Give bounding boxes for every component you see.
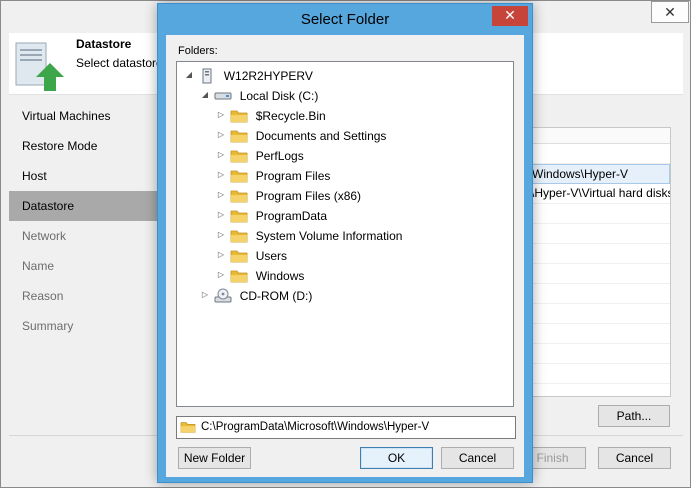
selected-path-text: C:\ProgramData\Microsoft\Windows\Hyper-V: [201, 421, 430, 433]
datastore-upload-icon: [15, 42, 64, 91]
tree-node-label: PerfLogs: [255, 148, 304, 163]
collapsed-arrow-icon[interactable]: ▷: [199, 285, 211, 305]
folder-icon: [230, 210, 248, 223]
tree-node-folder[interactable]: ▷ Program Files (x86): [215, 185, 361, 205]
table-row[interactable]: [527, 304, 670, 324]
table-row[interactable]: [527, 284, 670, 304]
table-row[interactable]: [527, 244, 670, 264]
tree-node-label: Local Disk (C:): [239, 88, 319, 103]
tree-node-label: CD-ROM (D:): [239, 288, 313, 303]
folder-icon: [230, 190, 248, 203]
tree-node-folder[interactable]: ▷ ProgramData: [215, 205, 327, 225]
tree-node-local-disk[interactable]: ◢ Local Disk (C:): [199, 85, 318, 105]
collapsed-arrow-icon[interactable]: ▷: [215, 165, 227, 185]
tree-node-folder[interactable]: ▷ Program Files: [215, 165, 330, 185]
table-row[interactable]: [527, 344, 670, 364]
dialog-title: Select Folder: [300, 11, 390, 28]
tree-node-label: $Recycle.Bin: [255, 108, 326, 123]
table-row[interactable]: [527, 204, 670, 224]
select-folder-dialog: Select Folder ✕ Folders: ◢ W12R2HYPERV ◢: [157, 3, 533, 483]
table-row[interactable]: [527, 264, 670, 284]
cancel-button[interactable]: Cancel: [441, 447, 514, 469]
folder-icon: [230, 250, 248, 263]
dialog-close-button[interactable]: ✕: [492, 6, 528, 26]
folder-icon: [230, 130, 248, 143]
step-summary: Summary: [22, 319, 74, 333]
collapsed-arrow-icon[interactable]: ▷: [215, 145, 227, 165]
folders-label: Folders:: [178, 45, 218, 57]
tree-node-folder[interactable]: ▷ System Volume Information: [215, 225, 403, 245]
close-icon: ✕: [664, 4, 676, 20]
expanded-arrow-icon[interactable]: ◢: [199, 85, 211, 105]
step-datastore[interactable]: Datastore: [9, 191, 159, 221]
wizard-cancel-button[interactable]: Cancel: [598, 447, 671, 469]
tree-node-label: ProgramData: [255, 208, 328, 223]
tree-node-folder[interactable]: ▷ Documents and Settings: [215, 125, 387, 145]
table-row[interactable]: [527, 324, 670, 344]
table-row[interactable]: Windows\Hyper-V: [527, 164, 670, 184]
folder-icon: [230, 150, 248, 163]
computer-icon: [202, 68, 212, 84]
folder-icon: [230, 270, 248, 283]
collapsed-arrow-icon[interactable]: ▷: [215, 105, 227, 125]
tree-node-label: System Volume Information: [255, 228, 403, 243]
tree-node-cdrom[interactable]: ▷ CD-ROM (D:): [199, 285, 312, 305]
tree-node-folder[interactable]: ▷ $Recycle.Bin: [215, 105, 326, 125]
step-host[interactable]: Host: [9, 161, 159, 191]
ok-button[interactable]: OK: [360, 447, 433, 469]
collapsed-arrow-icon[interactable]: ▷: [215, 265, 227, 285]
tree-node-label: Documents and Settings: [255, 128, 387, 143]
folder-tree[interactable]: ◢ W12R2HYPERV ◢ Local Disk (C:) ▷ $Recyc…: [176, 61, 514, 407]
collapsed-arrow-icon[interactable]: ▷: [215, 125, 227, 145]
tree-node-folder[interactable]: ▷ PerfLogs: [215, 145, 304, 165]
close-icon: ✕: [504, 7, 516, 23]
wizard-step-subtitle: Select datastores: [76, 56, 169, 70]
step-reason: Reason: [22, 289, 64, 303]
tree-node-label: Users: [255, 248, 288, 263]
tree-node-computer[interactable]: ◢ W12R2HYPERV: [183, 65, 313, 85]
folder-icon: [230, 170, 248, 183]
tree-node-label: Program Files (x86): [255, 188, 362, 203]
dialog-body: Folders: ◢ W12R2HYPERV ◢ Local Disk (C:): [166, 35, 524, 477]
selected-path-field[interactable]: C:\ProgramData\Microsoft\Windows\Hyper-V: [176, 416, 516, 439]
collapsed-arrow-icon[interactable]: ▷: [215, 245, 227, 265]
new-folder-button[interactable]: New Folder: [178, 447, 251, 469]
step-virtual-machines[interactable]: Virtual Machines: [9, 101, 159, 131]
folder-icon: [230, 110, 248, 123]
tree-node-label: W12R2HYPERV: [223, 68, 313, 83]
table-header: [527, 128, 670, 144]
step-network: Network: [22, 229, 67, 243]
step-name: Name: [22, 259, 55, 273]
cdrom-icon: [214, 288, 232, 303]
table-row[interactable]: [527, 144, 670, 164]
wizard-step-title: Datastore: [76, 37, 132, 51]
table-row[interactable]: \Hyper-V\Virtual hard disks: [527, 184, 670, 204]
tree-node-label: Program Files: [255, 168, 331, 183]
folder-icon: [230, 230, 248, 243]
expanded-arrow-icon[interactable]: ◢: [183, 65, 195, 85]
datastore-table[interactable]: Windows\Hyper-V \Hyper-V\Virtual hard di…: [526, 127, 671, 397]
collapsed-arrow-icon[interactable]: ▷: [215, 205, 227, 225]
tree-node-label: Windows: [255, 268, 305, 283]
tree-node-folder[interactable]: ▷ Windows: [215, 265, 304, 285]
step-restore-mode[interactable]: Restore Mode: [9, 131, 159, 161]
path-button[interactable]: Path...: [598, 405, 670, 427]
collapsed-arrow-icon[interactable]: ▷: [215, 225, 227, 245]
table-row[interactable]: [527, 364, 670, 384]
collapsed-arrow-icon[interactable]: ▷: [215, 185, 227, 205]
drive-icon: [214, 92, 232, 100]
folder-icon: [180, 422, 196, 433]
wizard-close-button[interactable]: ✕: [651, 1, 689, 23]
tree-node-folder[interactable]: ▷ Users: [215, 245, 287, 265]
table-row[interactable]: [527, 224, 670, 244]
wizard-steps-list: Virtual Machines Restore Mode Host Datas…: [9, 101, 159, 341]
